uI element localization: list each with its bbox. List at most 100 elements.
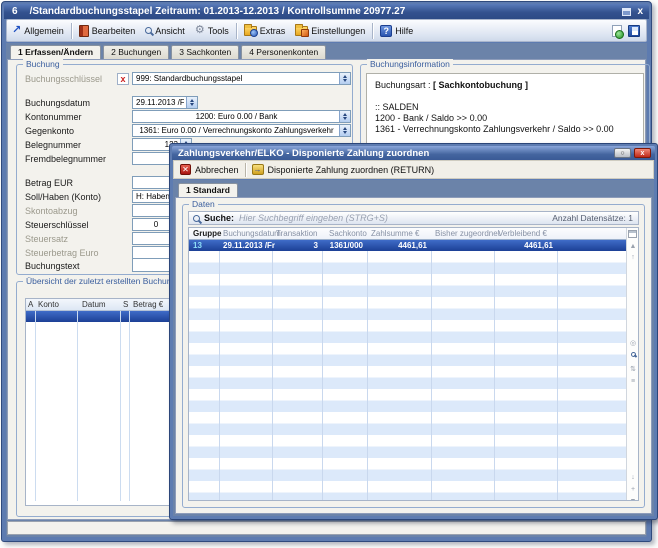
close-icon[interactable]: x xyxy=(637,7,643,17)
column-divider xyxy=(219,228,220,500)
zahlung-zuordnen-dialog: Zahlungsverkehr/ELKO - Disponierte Zahlu… xyxy=(169,143,658,520)
help-icon: ? xyxy=(380,25,392,37)
spinner-icon[interactable] xyxy=(339,111,350,122)
sort-icon[interactable]: ⇅ xyxy=(628,366,638,374)
col-buchungsdatum[interactable]: Buchungsdatum xyxy=(223,229,281,238)
column-divider xyxy=(77,311,78,501)
col-verbleibend[interactable]: Verbleibend € xyxy=(498,229,547,238)
dialog-title: Zahlungsverkehr/ELKO - Disponierte Zahlu… xyxy=(178,148,429,159)
edit-book-icon xyxy=(79,25,89,37)
steuersatz-input[interactable] xyxy=(132,232,170,245)
cell-transaktion: 3 xyxy=(272,241,318,250)
extras-folder-icon xyxy=(244,26,257,36)
dialog-tabstrip: 1 Standard xyxy=(178,183,238,197)
buchungsart-label: Buchungsart : xyxy=(375,80,433,90)
dialog-titlebar[interactable]: Zahlungsverkehr/ELKO - Disponierte Zahlu… xyxy=(172,146,655,160)
new-document-icon[interactable] xyxy=(612,25,622,37)
scroll-down-icon[interactable]: ↓ xyxy=(628,474,638,482)
settings-folder-icon xyxy=(295,26,308,36)
menu-extras[interactable]: Extras xyxy=(239,20,291,41)
grid-selected-row[interactable]: 13 29.11.2013 /Fr 3 1361/000 4461,61 446… xyxy=(189,240,632,251)
spinner-icon[interactable] xyxy=(186,97,197,108)
col-sachkonto[interactable]: Sachkonto xyxy=(329,229,367,238)
scroll-up-icon[interactable]: ↑ xyxy=(628,254,638,262)
assign-label: Disponierte Zahlung zuordnen (RETURN) xyxy=(268,165,435,175)
column-divider xyxy=(322,228,323,500)
daten-group: Daten Suche: Hier Suchbegriff eingeben (… xyxy=(182,204,645,508)
grid-search-icon[interactable] xyxy=(628,352,638,360)
buchungstext-label: Buchungstext xyxy=(25,260,80,272)
filter-icon[interactable]: ≡ xyxy=(628,378,638,386)
cancel-button[interactable]: ✕ Abbrechen xyxy=(174,164,245,175)
col-s[interactable]: S xyxy=(123,300,128,309)
col-bisher[interactable]: Bisher zugeordnet xyxy=(435,229,500,238)
col-a[interactable]: A xyxy=(28,300,33,309)
col-betrag[interactable]: Betrag € xyxy=(133,300,163,309)
sollhaben-label: Soll/Haben (Konto) xyxy=(25,191,101,203)
menubar-separator xyxy=(372,23,373,39)
payments-grid[interactable]: Gruppe Buchungsdatum Transaktion Sachkon… xyxy=(188,227,639,501)
save-icon[interactable] xyxy=(628,25,640,37)
buchungsschluessel-combo[interactable]: 999: Standardbuchungsstapel xyxy=(132,72,351,85)
menu-tools[interactable]: ⚙ Tools xyxy=(190,20,234,41)
main-tabstrip: 1 Erfassen/Ändern 2 Buchungen 3 Sachkont… xyxy=(10,45,326,59)
dialog-minimize-icon[interactable]: ○ xyxy=(614,148,631,158)
grid-empty-rows xyxy=(189,251,632,500)
tab-sachkonten[interactable]: 3 Sachkonten xyxy=(171,45,239,59)
menu-label: Ansicht xyxy=(155,26,185,36)
tab-erfassen-aendern[interactable]: 1 Erfassen/Ändern xyxy=(10,45,101,59)
scroll-end-icon[interactable]: ▼ xyxy=(628,498,638,501)
clear-buchungsschluessel-icon[interactable]: x xyxy=(117,73,129,85)
gegenkonto-combo[interactable]: 1361: Euro 0.00 / Verrechnungskonto Zahl… xyxy=(132,124,351,137)
menu-einstellungen[interactable]: Einstellungen xyxy=(290,20,370,41)
main-titlebar[interactable]: 6 /Standardbuchungsstapel Zeitraum: 01.2… xyxy=(4,4,649,19)
spinner-icon[interactable] xyxy=(339,125,350,136)
menubar-separator xyxy=(71,23,72,39)
cell-verbleibend: 4461,61 xyxy=(494,241,553,250)
record-info-icon[interactable]: ◎ xyxy=(628,340,638,348)
col-zahlsumme[interactable]: Zahlsumme € xyxy=(371,229,419,238)
menu-allgemein[interactable]: ↗ Allgemein xyxy=(7,20,69,41)
dialog-content: 1 Standard Daten Suche: Hier Suchbegriff… xyxy=(173,180,654,516)
menu-hilfe[interactable]: ? Hilfe xyxy=(375,20,418,41)
search-bar[interactable]: Suche: Hier Suchbegriff eingeben (STRG+S… xyxy=(188,211,639,225)
saldo-line: 1361 - Verrechnungskonto Zahlungsverkehr… xyxy=(375,124,635,135)
steuerbetrag-label: Steuerbetrag Euro xyxy=(25,247,99,259)
dialog-close-icon[interactable]: x xyxy=(634,148,651,158)
column-options-icon[interactable] xyxy=(628,230,637,238)
betrag-label: Betrag EUR xyxy=(25,177,73,189)
tools-gear-icon: ⚙ xyxy=(195,25,205,36)
col-gruppe[interactable]: Gruppe xyxy=(193,229,221,238)
menu-label: Extras xyxy=(260,26,286,36)
column-divider xyxy=(272,228,273,500)
col-transaktion[interactable]: Transaktion xyxy=(276,229,318,238)
spinner-icon[interactable] xyxy=(339,73,350,84)
tab-personenkonten[interactable]: 4 Personenkonten xyxy=(241,45,326,59)
kontonummer-combo[interactable]: 1200: Euro 0.00 / Bank xyxy=(132,110,351,123)
menubar: ↗ Allgemein Bearbeiten Ansicht ⚙ Tools E… xyxy=(6,19,647,42)
saldo-line: 1200 - Bank / Saldo >> 0.00 xyxy=(375,113,635,124)
col-konto[interactable]: Konto xyxy=(38,300,59,309)
menu-bearbeiten[interactable]: Bearbeiten xyxy=(74,20,141,41)
buchungsdatum-label: Buchungsdatum xyxy=(25,97,90,109)
kontonummer-label: Kontonummer xyxy=(25,111,82,123)
cell-gruppe: 13 xyxy=(193,241,202,250)
assign-payment-button[interactable]: → Disponierte Zahlung zuordnen (RETURN) xyxy=(246,164,441,175)
search-label: Suche: xyxy=(204,213,234,223)
statusbar xyxy=(7,521,646,535)
cell-datum: 29.11.2013 /Fr xyxy=(223,241,275,250)
dialog-toolbar: ✕ Abbrechen → Disponierte Zahlung zuordn… xyxy=(173,160,654,179)
column-divider xyxy=(120,311,121,501)
tab-buchungen[interactable]: 2 Buchungen xyxy=(103,45,169,59)
buchungsschluessel-label: Buchungsschlüssel xyxy=(25,73,102,85)
restore-icon[interactable] xyxy=(622,8,631,16)
scroll-top-icon[interactable]: ▲ xyxy=(628,243,638,251)
window-id: 6 xyxy=(12,6,18,17)
add-row-icon[interactable]: + xyxy=(628,486,638,494)
menu-ansicht[interactable]: Ansicht xyxy=(140,20,190,41)
window-title: /Standardbuchungsstapel Zeitraum: 01.201… xyxy=(30,6,406,17)
col-datum[interactable]: Datum xyxy=(82,300,106,309)
buchungsdatum-combo[interactable]: 29.11.2013 /Fr xyxy=(132,96,198,109)
menu-label: Hilfe xyxy=(395,26,413,36)
tab-standard[interactable]: 1 Standard xyxy=(178,183,238,197)
